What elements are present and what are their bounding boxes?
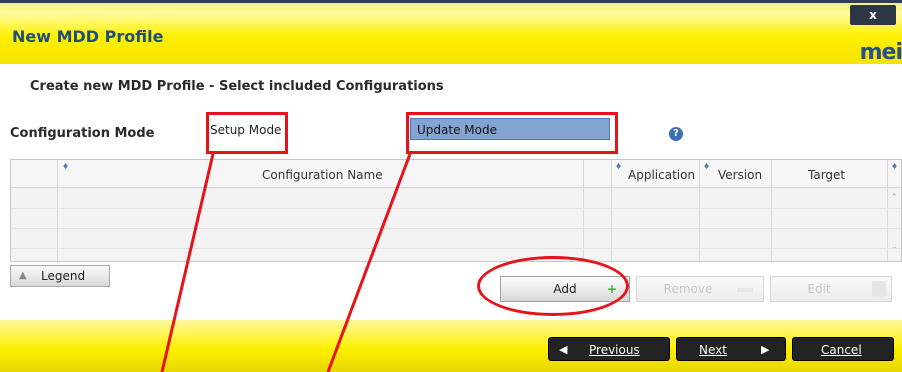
annotation-line-setup (160, 153, 215, 372)
annotation-lines (160, 153, 412, 372)
annotation-line-update (326, 153, 412, 372)
